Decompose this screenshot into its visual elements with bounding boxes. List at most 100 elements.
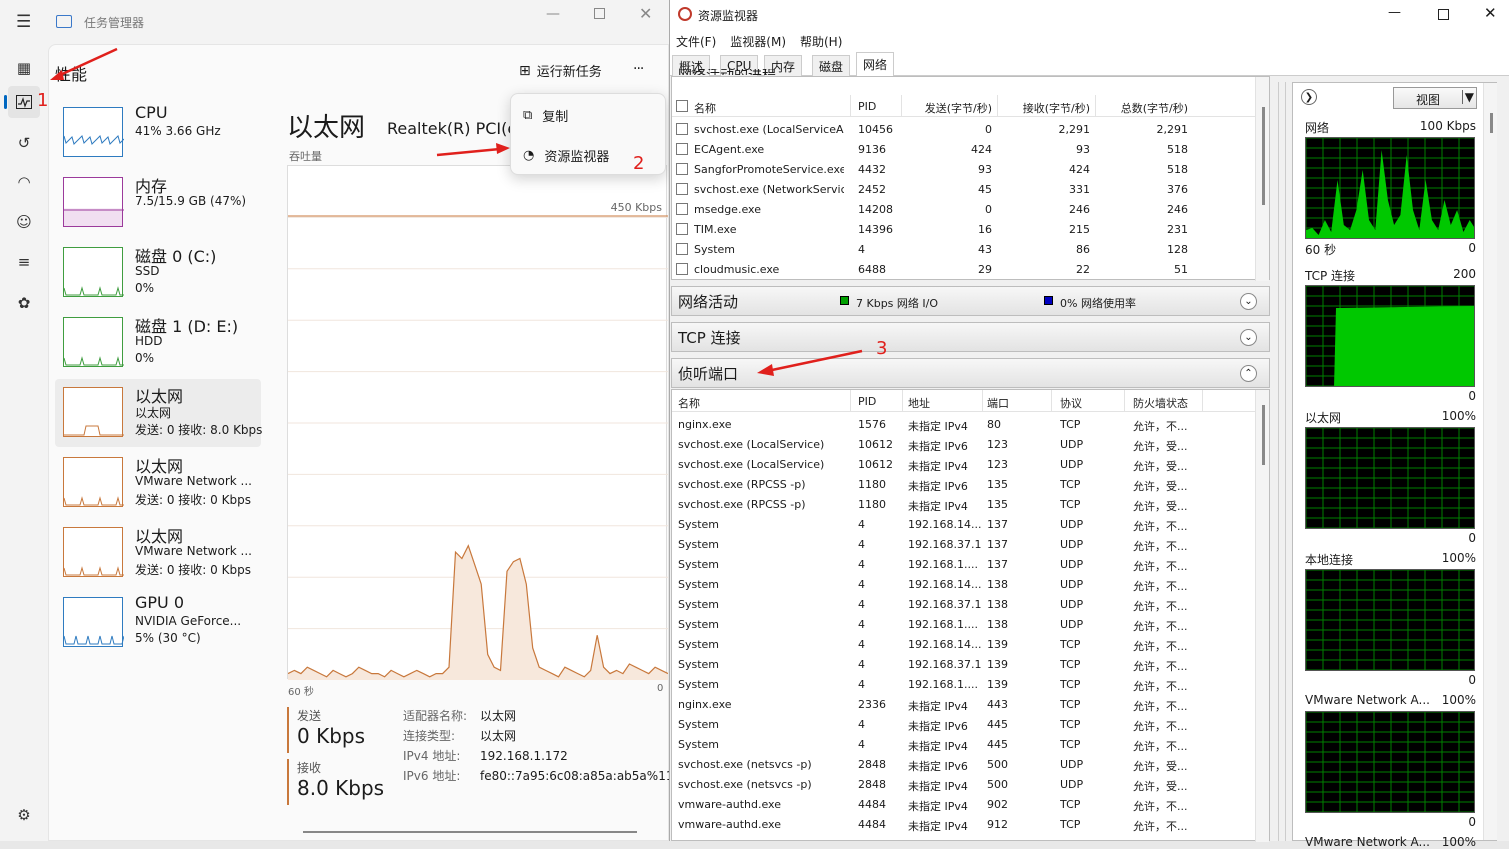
table-row[interactable]: nginx.exe 1576 未指定 IPv4 80 TCP 允许，不... [672, 414, 1262, 434]
tab-disk[interactable]: 磁盘 [812, 55, 851, 76]
table-row[interactable]: TIM.exe 14396 16 215 231 [672, 219, 1262, 239]
network-activity-header[interactable]: 网络活动 7 Kbps 网络 I/O 0% 网络使用率 ⌄ [671, 286, 1270, 316]
column-header[interactable]: PID [858, 100, 876, 113]
table-row[interactable]: svchost.exe (netsvcs -p) 2848 未指定 IPv4 500 U… [672, 774, 1262, 794]
column-header[interactable]: 防火墙状态 [1133, 395, 1188, 411]
table-row[interactable]: svchost.exe (LocalService) 10612 未指定 IPv6 1… [672, 434, 1262, 454]
users-icon[interactable]: ☺ [8, 206, 40, 238]
table-row[interactable]: msedge.exe 14208 0 246 246 [672, 199, 1262, 219]
column-header[interactable]: 名称 [678, 395, 700, 411]
table-row[interactable]: System 4 192.168.1.... 138 UDP 允许，不... [672, 614, 1262, 634]
listening-ports-header[interactable]: 侦听端口 ⌃ [671, 358, 1270, 388]
row-checkbox[interactable] [676, 163, 688, 175]
row-checkbox[interactable] [676, 123, 688, 135]
column-header[interactable]: PID [858, 395, 876, 408]
column-divider[interactable] [850, 390, 851, 412]
table-row[interactable]: System 4 192.168.1.... 139 TCP 允许，不... [672, 674, 1262, 694]
processes-icon[interactable]: ▦ [8, 52, 40, 84]
perf-item[interactable]: GPU 0 NVIDIA GeForce... 5% (30 °C) [55, 589, 261, 657]
column-header[interactable]: 协议 [1060, 395, 1082, 411]
close-button[interactable]: ✕ [639, 4, 652, 23]
table-row[interactable]: System 4 192.168.1.... 137 UDP 允许，不... [672, 554, 1262, 574]
column-divider[interactable] [982, 390, 983, 412]
table-row[interactable]: cloudmusic.exe 6488 29 22 51 [672, 259, 1262, 279]
pane-toggle-button[interactable]: ❯ [1301, 89, 1317, 105]
table-row[interactable]: svchost.exe (LocalService) 10612 未指定 IPv4 1… [672, 454, 1262, 474]
maximize-button[interactable] [594, 8, 605, 19]
select-all-checkbox[interactable] [676, 100, 688, 112]
column-header[interactable]: 发送(字节/秒) [904, 100, 992, 116]
resmon-maximize-button[interactable] [1438, 9, 1449, 20]
listening-scroll-thumb[interactable] [1262, 405, 1265, 465]
resmon-close-button[interactable]: ✕ [1484, 4, 1497, 22]
column-divider[interactable] [850, 95, 851, 117]
table-row[interactable]: System 4 192.168.37.1 139 TCP 允许，不... [672, 654, 1262, 674]
processes-scroll-thumb[interactable] [1262, 107, 1265, 205]
table-row[interactable]: System 4 192.168.37.1 137 UDP 允许，不... [672, 534, 1262, 554]
hamburger-menu-icon[interactable]: ☰ [16, 12, 31, 32]
row-checkbox[interactable] [676, 203, 688, 215]
table-row[interactable]: ECAgent.exe 9136 424 93 518 [672, 139, 1262, 159]
column-divider[interactable] [902, 390, 903, 412]
view-dropdown[interactable]: 视图 ▼ [1393, 87, 1477, 109]
column-header[interactable]: 地址 [908, 395, 930, 411]
run-new-task-button[interactable]: ⊞ 运行新任务 [519, 61, 602, 81]
column-header[interactable]: 总数(字节/秒) [1100, 100, 1188, 116]
column-divider[interactable] [1051, 390, 1052, 412]
processes-scrollbar[interactable] [1255, 77, 1269, 281]
row-checkbox[interactable] [676, 143, 688, 155]
perf-item[interactable]: 磁盘 0 (C:) SSD 0% [55, 239, 261, 307]
performance-icon[interactable] [4, 86, 40, 118]
listening-scrollbar[interactable] [1255, 390, 1269, 842]
app-history-icon[interactable]: ↺ [8, 127, 40, 159]
table-row[interactable]: svchost.exe (RPCSS -p) 1180 未指定 IPv6 135 TCP… [672, 474, 1262, 494]
column-header[interactable]: 名称 [694, 100, 716, 116]
column-header[interactable]: 端口 [987, 395, 1009, 411]
table-row[interactable]: System 4 192.168.14... 139 TCP 允许，不... [672, 634, 1262, 654]
column-divider[interactable] [997, 95, 998, 117]
expand-chevron-icon[interactable]: ⌄ [1240, 329, 1257, 346]
table-row[interactable]: svchost.exe (NetworkServic... 2452 45 331 37… [672, 179, 1262, 199]
minimize-button[interactable]: — [546, 6, 560, 22]
table-row[interactable]: svchost.exe (LocalServiceA... 10456 0 2,291… [672, 119, 1262, 139]
table-row[interactable]: nginx.exe 2336 未指定 IPv4 443 TCP 允许，不... [672, 694, 1262, 714]
collapse-chevron-icon[interactable]: ⌃ [1240, 365, 1257, 382]
startup-apps-icon[interactable]: ◠ [8, 166, 40, 198]
menu-item[interactable]: 监视器(M) [730, 33, 786, 50]
table-row[interactable]: System 4 192.168.14... 138 UDP 允许，不... [672, 574, 1262, 594]
graphs-scroll-thumb[interactable] [1490, 113, 1493, 133]
column-divider[interactable] [901, 95, 902, 117]
right-splitter[interactable] [1278, 82, 1286, 841]
column-divider[interactable] [1095, 95, 1096, 117]
table-row[interactable]: System 4 192.168.37.1 138 UDP 允许，不... [672, 594, 1262, 614]
column-divider[interactable] [1124, 390, 1125, 412]
table-row[interactable]: System 4 未指定 IPv4 445 TCP 允许，不... [672, 734, 1262, 754]
perf-item[interactable]: 磁盘 1 (D: E:) HDD 0% [55, 309, 261, 377]
settings-gear-icon[interactable]: ⚙ [8, 799, 40, 831]
table-row[interactable]: vmware-authd.exe 4484 未指定 IPv4 902 TCP 允许，不..… [672, 794, 1262, 814]
row-checkbox[interactable] [676, 263, 688, 275]
tcp-connections-header[interactable]: TCP 连接 ⌄ [671, 322, 1270, 352]
table-row[interactable]: vmware-authd.exe 4484 未指定 IPv4 912 TCP 允许，不..… [672, 814, 1262, 834]
graphs-scrollbar[interactable] [1483, 83, 1497, 840]
table-row[interactable]: svchost.exe (RPCSS -p) 1180 未指定 IPv4 135 TCP… [672, 494, 1262, 514]
perf-item[interactable]: 以太网 VMware Network ... 发送: 0 接收: 0 Kbps [55, 449, 261, 517]
perf-item[interactable]: CPU 41% 3.66 GHz [55, 99, 261, 167]
row-checkbox[interactable] [676, 243, 688, 255]
tab-network[interactable]: 网络 [856, 52, 895, 76]
row-checkbox[interactable] [676, 223, 688, 235]
table-row[interactable]: svchost.exe (netsvcs -p) 2848 未指定 IPv6 500 U… [672, 754, 1262, 774]
table-row[interactable]: System 4 192.168.14... 137 UDP 允许，不... [672, 514, 1262, 534]
horizontal-scrollbar[interactable] [303, 831, 637, 833]
details-icon[interactable]: ≡ [8, 246, 40, 278]
copy-menu-item[interactable]: ⧉ 复制 [523, 106, 568, 125]
services-icon[interactable]: ✿ [8, 287, 40, 319]
row-checkbox[interactable] [676, 183, 688, 195]
expand-chevron-icon[interactable]: ⌄ [1240, 293, 1257, 310]
perf-item[interactable]: 内存 7.5/15.9 GB (47%) [55, 169, 261, 237]
table-row[interactable]: SangforPromoteService.exe 4432 93 424 518 [672, 159, 1262, 179]
column-divider[interactable] [1202, 390, 1203, 412]
menu-item[interactable]: 帮助(H) [800, 33, 842, 50]
resmon-minimize-button[interactable]: — [1388, 5, 1401, 20]
table-row[interactable]: System 4 43 86 128 [672, 239, 1262, 259]
